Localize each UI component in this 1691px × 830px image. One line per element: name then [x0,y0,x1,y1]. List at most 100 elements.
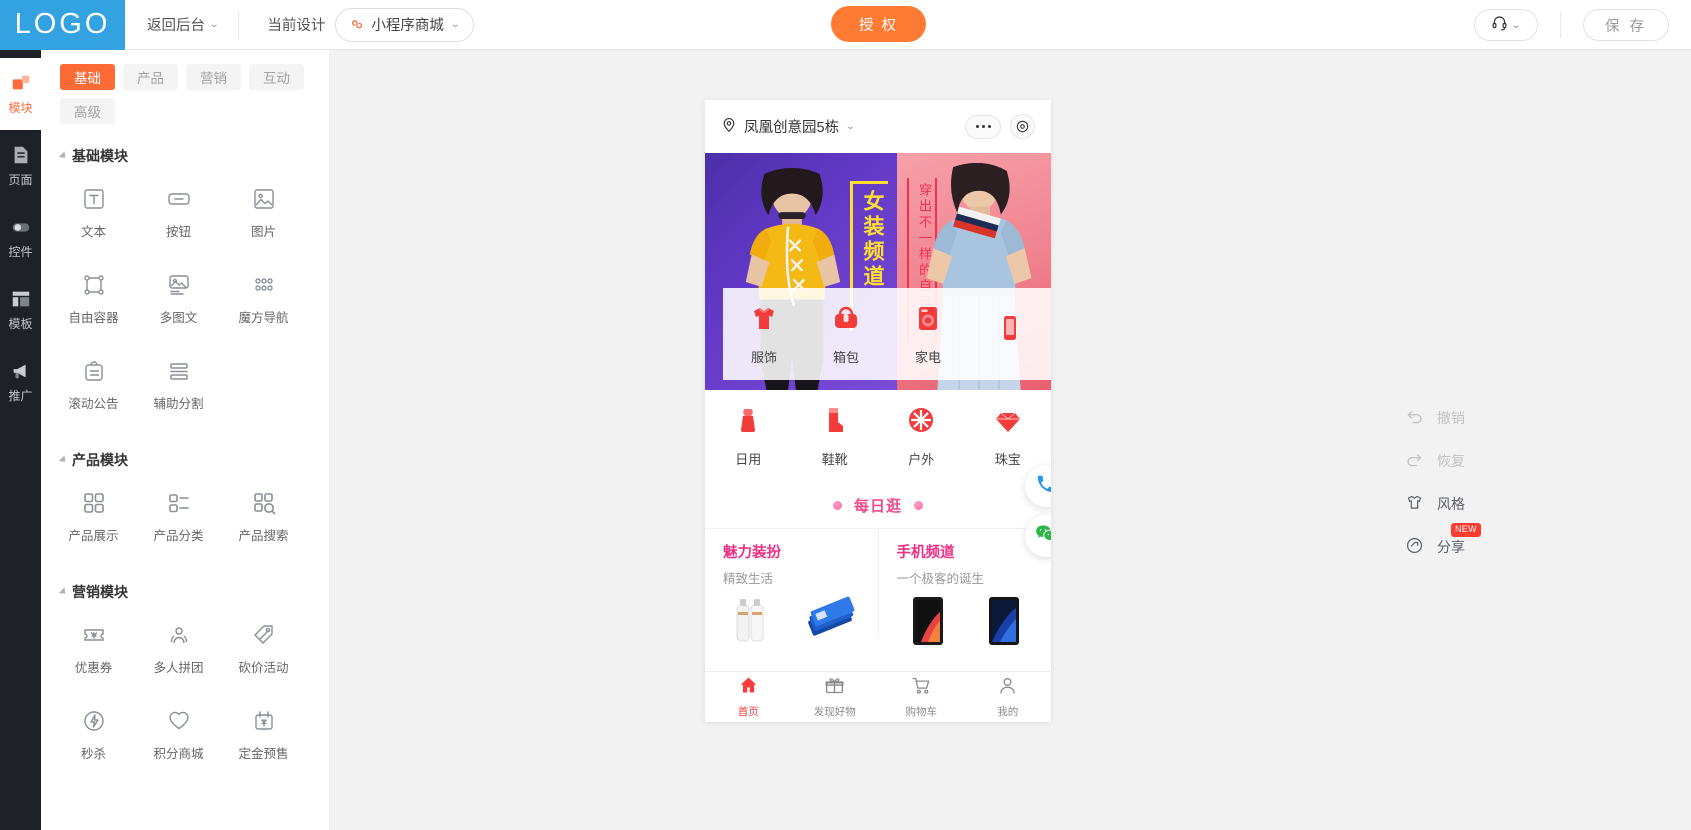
module-multi-image-text[interactable]: 多图文 [136,256,221,342]
left-rail: 模块 页面 控件 模板 推广 [0,50,41,830]
design-name: 小程序商城 [371,18,444,34]
tool-label: 分享 [1437,538,1465,555]
rail-item-pages[interactable]: 页面 [0,130,41,202]
daily-section-title: 每日逛 [705,482,1051,528]
bag-icon [830,302,862,339]
chevron-down-icon: ⌄ [208,19,220,30]
module-free-container[interactable]: 自由容器 [51,256,136,342]
multi-image-text-icon [166,272,192,298]
module-product-category[interactable]: 产品分类 [136,474,221,560]
daily-title-text: 每日逛 [853,497,902,515]
save-button[interactable]: 保 存 [1583,9,1669,41]
module-announcement[interactable]: 滚动公告 [51,342,136,428]
tab-interaction[interactable]: 互动 [249,64,304,90]
location-name: 凤凰创意园5栋 [744,120,840,136]
home-icon [738,675,759,701]
coupon-icon [81,622,107,648]
undo-icon [1405,407,1424,429]
module-divider[interactable]: 辅助分割 [136,342,221,428]
tab-advanced[interactable]: 高级 [60,98,115,124]
current-design-label: 当前设计 [267,18,326,34]
rail-item-templates[interactable]: 模板 [0,274,41,346]
magic-nav-icon [251,272,277,298]
group-title: 营销模块 [72,584,128,600]
shirt-icon [1405,493,1424,515]
module-flash-sale[interactable]: 秒杀 [51,692,136,778]
promo-subtitle: 精致生活 [723,572,774,586]
module-magic-nav[interactable]: 魔方导航 [221,256,306,342]
category-bag[interactable]: 箱包 [805,288,887,380]
module-label: 产品搜索 [238,529,289,543]
tabbar-mine[interactable]: 我的 [965,672,1052,722]
rail-item-widgets[interactable]: 控件 [0,202,41,274]
category-appliance[interactable]: 家电 [887,288,969,380]
template-icon [10,288,32,310]
product-category-icon [166,490,192,516]
tab-basic[interactable]: 基础 [60,64,115,90]
promo-subtitle: 一个极客的诞生 [896,572,985,586]
category-outdoor[interactable]: 户外 [878,390,965,482]
more-menu-button[interactable] [965,114,1001,139]
rail-item-modules[interactable]: 模块 [0,58,41,130]
group-header-product[interactable]: 产品模块 [58,450,329,470]
module-label: 按钮 [165,225,191,239]
hero-banner[interactable]: 女装频道 穿出不一样的自己 服饰 箱包 家电 [705,153,1051,390]
redo-button[interactable]: 恢复 [1405,439,1545,482]
module-label: 辅助分割 [153,397,204,411]
phone-tabbar: 首页 发现好物 购物车 我的 [705,671,1051,722]
module-image[interactable]: 图片 [221,170,306,256]
module-presale[interactable]: 定金预售 [221,692,306,778]
module-group-buy[interactable]: 多人拼团 [136,606,221,692]
group-title: 产品模块 [72,452,128,468]
location-selector[interactable]: 凤凰创意园5栋 ⌄ [721,116,856,137]
category-label: 鞋靴 [821,452,848,467]
module-coupon[interactable]: 优惠券 [51,606,136,692]
module-bargain[interactable]: 砍价活动 [221,606,306,692]
module-points-mall[interactable]: 积分商城 [136,692,221,778]
group-header-marketing[interactable]: 营销模块 [58,582,329,602]
phone-blue-thumb [988,597,1019,645]
toggle-icon [10,216,32,238]
tabbar-cart[interactable]: 购物车 [878,672,965,722]
collapse-triangle-icon [58,587,69,597]
undo-button[interactable]: 撤销 [1405,396,1545,439]
authorize-button[interactable]: 授 权 [831,6,926,42]
back-to-admin-button[interactable]: 返回后台 ⌄ [147,0,220,50]
category-clothes[interactable]: 服饰 [723,288,805,380]
button-icon [166,186,192,212]
module-product-display[interactable]: 产品展示 [51,474,136,560]
module-product-search[interactable]: 产品搜索 [221,474,306,560]
promo-column-fashion[interactable]: 魅力装扮 精致生活 [705,529,878,642]
tabbar-label: 发现好物 [813,706,856,718]
category-phone[interactable] [969,288,1051,380]
design-selector[interactable]: 小程序商城 ⌄ [335,7,475,42]
tabbar-home[interactable]: 首页 [705,672,792,722]
header-right-group: ⌄ 保 存 [1474,0,1691,50]
close-capsule-button[interactable] [1010,114,1035,139]
module-text[interactable]: 文本 [51,170,136,256]
redo-icon [1405,450,1424,472]
new-badge: NEW [1451,523,1481,537]
tab-product[interactable]: 产品 [123,64,178,90]
category-daily[interactable]: 日用 [705,390,792,482]
group-header-basic[interactable]: 基础模块 [58,146,329,166]
tool-label: 风格 [1437,495,1465,512]
rail-item-promotion[interactable]: 推广 [0,346,41,418]
tab-marketing[interactable]: 营销 [186,64,241,90]
module-button[interactable]: 按钮 [136,170,221,256]
module-label: 图片 [250,225,276,239]
module-label: 滚动公告 [68,397,119,411]
style-button[interactable]: 风格 [1405,482,1545,525]
logo[interactable]: LOGO [0,0,125,50]
support-button[interactable]: ⌄ [1474,9,1538,41]
tabbar-discover[interactable]: 发现好物 [792,672,879,722]
tabbar-label: 购物车 [905,706,938,718]
module-label: 多图文 [159,311,198,325]
category-boots[interactable]: 鞋靴 [792,390,879,482]
rail-label: 页面 [8,173,33,187]
share-button[interactable]: 分享 NEW [1405,523,1545,568]
promo-column-phone[interactable]: 手机频道 一个极客的诞生 [877,529,1052,645]
panel-tabs: 基础 产品 营销 互动 高级 [41,50,306,124]
jewelry-icon [992,404,1024,441]
group-buy-icon [166,622,192,648]
